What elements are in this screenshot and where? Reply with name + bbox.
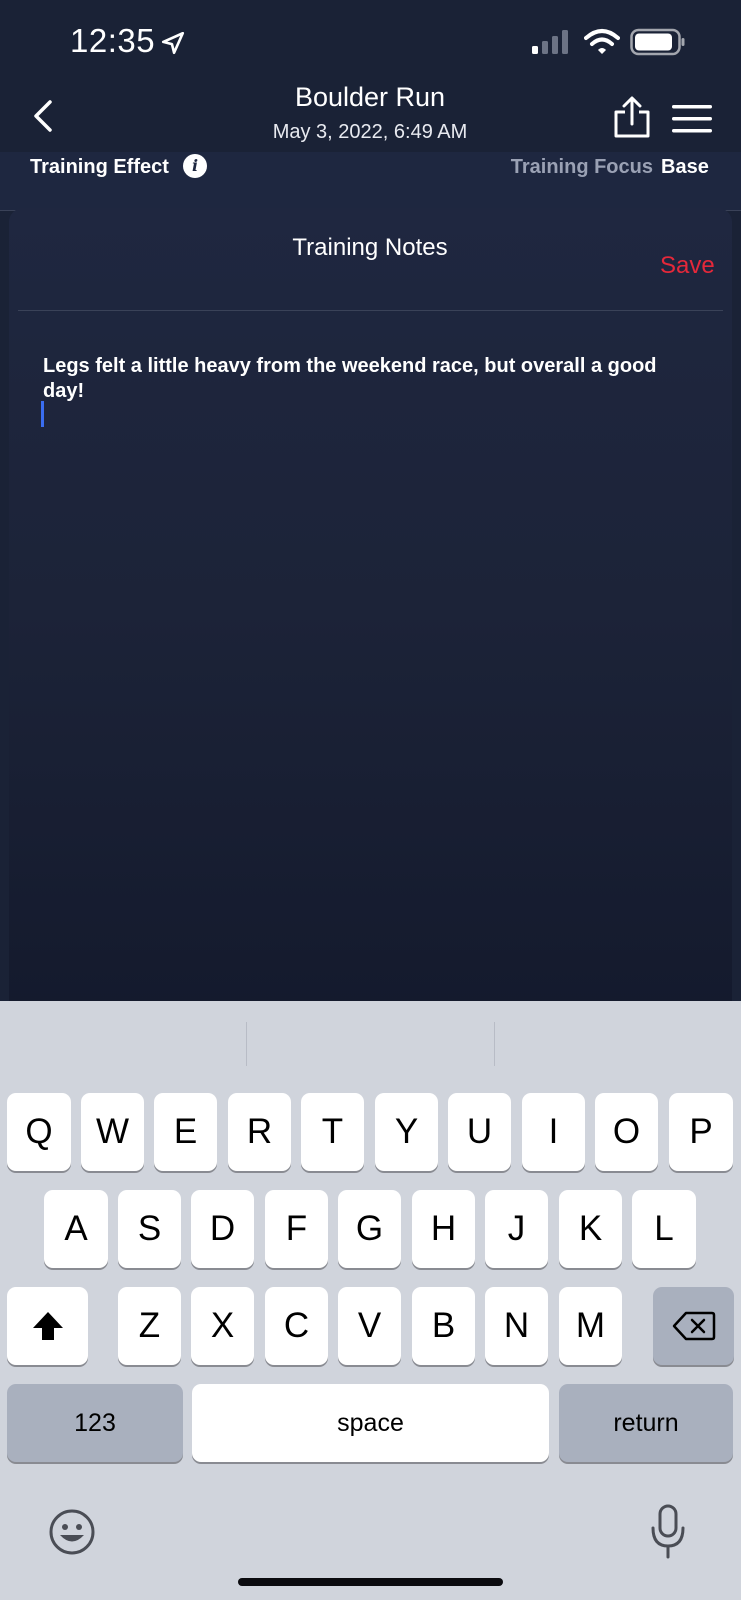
key-f[interactable]: F — [265, 1190, 328, 1268]
key-d[interactable]: D — [191, 1190, 254, 1268]
notes-text-area[interactable]: Legs felt a little heavy from the weeken… — [43, 354, 693, 404]
key-y[interactable]: Y — [375, 1093, 438, 1171]
training-focus-label: Training Focus — [510, 156, 653, 178]
shift-icon — [32, 1312, 63, 1340]
emoji-icon[interactable] — [48, 1508, 96, 1556]
back-chevron-icon[interactable] — [26, 96, 62, 136]
return-key[interactable]: return — [559, 1384, 733, 1462]
suggestion-divider — [246, 1022, 247, 1066]
key-x[interactable]: X — [191, 1287, 254, 1365]
sheet-divider — [18, 310, 723, 311]
location-arrow-icon — [161, 31, 185, 55]
key-p[interactable]: P — [669, 1093, 733, 1171]
menu-icon[interactable] — [672, 103, 712, 135]
battery-icon — [630, 28, 685, 56]
key-l[interactable]: L — [632, 1190, 696, 1268]
key-b[interactable]: B — [412, 1287, 475, 1365]
share-icon[interactable] — [610, 96, 654, 140]
status-time: 12:35 — [70, 22, 156, 59]
key-h[interactable]: H — [412, 1190, 475, 1268]
key-j[interactable]: J — [485, 1190, 548, 1268]
key-w[interactable]: W — [81, 1093, 144, 1171]
key-q[interactable]: Q — [7, 1093, 71, 1171]
suggestion-divider — [494, 1022, 495, 1066]
key-t[interactable]: T — [301, 1093, 364, 1171]
home-indicator[interactable] — [238, 1578, 503, 1586]
page-title: Boulder Run — [294, 82, 446, 112]
training-effect-label: Training Effect — [30, 156, 169, 178]
key-s[interactable]: S — [118, 1190, 181, 1268]
key-k[interactable]: K — [559, 1190, 622, 1268]
key-a[interactable]: A — [44, 1190, 108, 1268]
backspace-key[interactable] — [653, 1287, 734, 1365]
key-v[interactable]: V — [338, 1287, 401, 1365]
save-button[interactable]: Save — [660, 252, 715, 280]
microphone-icon[interactable] — [648, 1504, 688, 1560]
key-m[interactable]: M — [559, 1287, 622, 1365]
key-e[interactable]: E — [154, 1093, 217, 1171]
key-u[interactable]: U — [448, 1093, 511, 1171]
backspace-icon — [672, 1311, 715, 1341]
key-g[interactable]: G — [338, 1190, 401, 1268]
training-notes-sheet — [9, 208, 732, 1008]
signal-icon — [532, 30, 568, 54]
wifi-icon — [584, 29, 620, 54]
shift-key[interactable] — [7, 1287, 88, 1365]
space-key[interactable]: space — [192, 1384, 549, 1462]
page-subtitle: May 3, 2022, 6:49 AM — [272, 121, 468, 143]
text-caret — [41, 401, 44, 427]
key-n[interactable]: N — [485, 1287, 548, 1365]
numbers-key[interactable]: 123 — [7, 1384, 183, 1462]
key-z[interactable]: Z — [118, 1287, 181, 1365]
training-focus-value: Base — [661, 156, 709, 178]
key-r[interactable]: R — [228, 1093, 291, 1171]
key-o[interactable]: O — [595, 1093, 658, 1171]
key-c[interactable]: C — [265, 1287, 328, 1365]
info-icon[interactable]: i — [183, 154, 207, 178]
sheet-title: Training Notes — [292, 234, 448, 261]
key-i[interactable]: I — [522, 1093, 585, 1171]
